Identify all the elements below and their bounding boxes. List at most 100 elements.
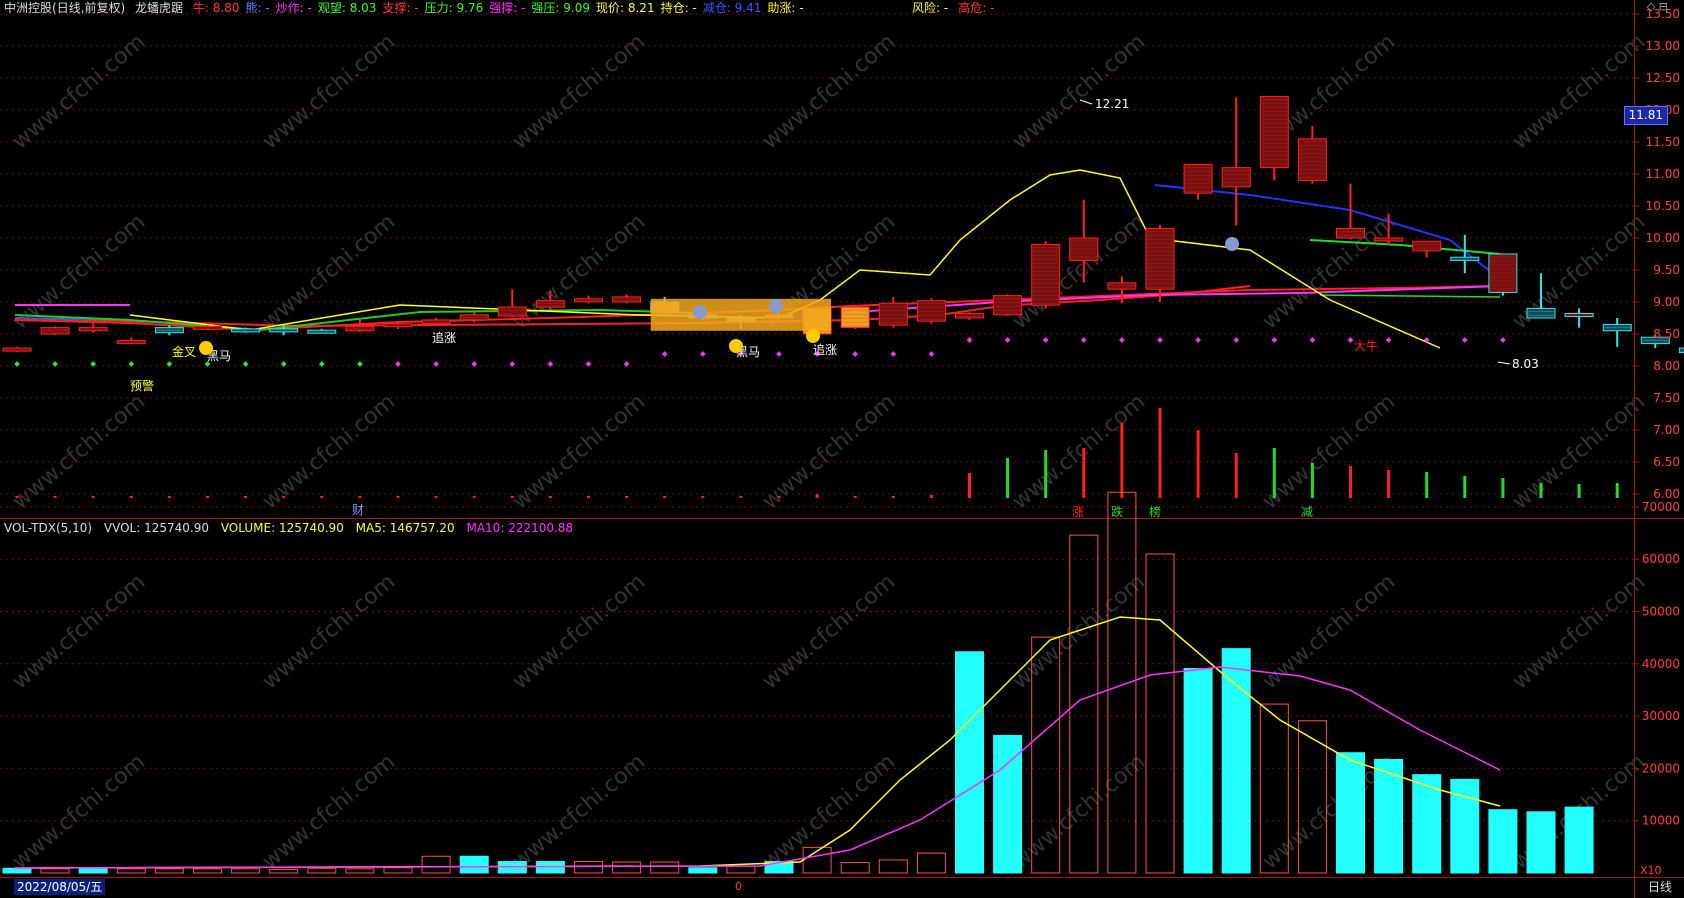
candle-body[interactable]: [1678, 347, 1684, 354]
candle-body[interactable]: [78, 327, 108, 332]
volume-bar[interactable]: [40, 868, 70, 874]
volume-indicator-name[interactable]: VOL-TDX(5,10): [4, 521, 92, 535]
candle-body[interactable]: [1374, 237, 1404, 242]
volume-bar[interactable]: [574, 860, 603, 874]
ma10-value: 222100.88: [508, 521, 574, 535]
volume-bar[interactable]: [193, 868, 222, 874]
candle-body[interactable]: [497, 306, 527, 317]
volume-bar[interactable]: [955, 651, 984, 874]
stock-title[interactable]: 中洲控股: [4, 1, 52, 15]
candle-body[interactable]: [612, 296, 642, 303]
signal-dot: [1042, 337, 1049, 343]
candle-body[interactable]: [307, 329, 337, 334]
watermark-text: www.cfchi.com: [1258, 389, 1400, 514]
annotation-low_label: 8.03: [1512, 357, 1539, 371]
volume-bar[interactable]: [916, 852, 946, 874]
watermark-text: www.cfchi.com: [8, 569, 150, 694]
candle-body[interactable]: [154, 327, 184, 334]
volume-bar[interactable]: [612, 861, 642, 874]
volume-bar[interactable]: [78, 867, 108, 874]
candle-body[interactable]: [345, 325, 375, 332]
candle-body[interactable]: [1450, 256, 1480, 261]
annotation-bang: 榜: [1149, 504, 1161, 519]
volume-bar[interactable]: [1145, 553, 1175, 874]
indicator-field: 减仓: 9.41: [702, 1, 762, 15]
volume-bar[interactable]: [993, 734, 1023, 874]
volume-bar[interactable]: [726, 865, 756, 874]
candle-body[interactable]: [1145, 227, 1175, 290]
volume-bar[interactable]: [154, 868, 184, 874]
indicator-field: 熊: -: [245, 1, 270, 15]
volume-bars[interactable]: [2, 491, 1594, 874]
signal-dot: [471, 361, 478, 367]
signal-dot: [776, 351, 782, 357]
annotation-zhang: 涨: [1072, 504, 1084, 519]
volume-axis-label: 10000: [1642, 814, 1680, 828]
volume-bar[interactable]: [1183, 668, 1213, 874]
signal-dot: [52, 361, 58, 367]
candle-body[interactable]: [1336, 227, 1365, 239]
volume-bar[interactable]: [345, 868, 375, 874]
candle-body[interactable]: [1564, 313, 1594, 318]
candle-body[interactable]: [1526, 307, 1556, 319]
candle-body[interactable]: [1297, 138, 1327, 181]
volume-bar[interactable]: [383, 867, 413, 874]
frown-icon: [769, 299, 783, 313]
candle-body[interactable]: [421, 319, 451, 325]
volume-bar[interactable]: [421, 855, 451, 874]
period-label[interactable]: 日线: [1648, 879, 1672, 895]
current-price-tag: 11.81: [1623, 106, 1668, 125]
volume-bar[interactable]: [1526, 811, 1556, 874]
watermark-text: www.cfchi.com: [1258, 569, 1400, 694]
watermark-text: www.cfchi.com: [508, 569, 650, 694]
volume-bar[interactable]: [231, 868, 261, 874]
volume-axis-label: 30000: [1642, 709, 1680, 723]
candle-body[interactable]: [1412, 240, 1442, 252]
volume-bar[interactable]: [1107, 491, 1137, 874]
candle-body[interactable]: [1183, 163, 1213, 194]
volume-bar[interactable]: [116, 868, 146, 874]
candle-body[interactable]: [231, 328, 261, 333]
volume-bar[interactable]: [1564, 806, 1594, 874]
ma5-line: [14, 616, 1501, 869]
candle-body[interactable]: [269, 328, 299, 333]
volume-ma-lines: [14, 616, 1501, 869]
indicator-name[interactable]: 龙蟠虎踞: [135, 1, 183, 15]
signal-dot: [166, 361, 173, 367]
volume-bar[interactable]: [1221, 648, 1251, 874]
candle-body[interactable]: [1259, 96, 1289, 169]
volume-axis-label: 70000: [1642, 500, 1680, 514]
candle-body[interactable]: [193, 325, 222, 330]
candle-body[interactable]: [2, 347, 32, 352]
volume-bar[interactable]: [688, 867, 718, 874]
volume-value: 125740.90: [278, 521, 344, 535]
volume-header: VOL-TDX(5,10) VVOL: 125740.90 VOLUME: 12…: [4, 520, 581, 536]
smiley-icon: [806, 329, 820, 343]
corner-icons[interactable]: ◇ ⊟: [1647, 0, 1668, 13]
volume-bar[interactable]: [650, 861, 680, 874]
volume-bar[interactable]: [1336, 752, 1365, 874]
candle-body[interactable]: [955, 313, 984, 319]
volume-bar[interactable]: [307, 867, 337, 874]
ma5-label: MA5:: [355, 521, 386, 535]
indicator-header: 中洲控股(日线,前复权) 龙蟠虎踞 牛: 8.80 熊: - 炒作: - 观望: 8.…: [4, 0, 994, 16]
candle-body[interactable]: [383, 323, 413, 328]
volume-axis-label: 60000: [1642, 552, 1680, 566]
volume-axis-label: 20000: [1642, 761, 1680, 775]
smiley-icon: [729, 339, 743, 353]
candle-body[interactable]: [574, 298, 603, 303]
volume-bar[interactable]: [840, 862, 870, 874]
volume-bar[interactable]: [2, 867, 32, 874]
price-axis-label: 9.00: [1653, 295, 1680, 309]
annotation-zhuizhang2: 追涨: [813, 342, 837, 357]
vvol-value: 125740.90: [144, 521, 209, 535]
volume-bar[interactable]: [878, 859, 908, 874]
volume-axis: 70000 60000 50000 40000 30000 20000 10000 X10: [1634, 500, 1680, 877]
price-axis-label: 10.50: [1646, 199, 1680, 213]
candle-body[interactable]: [1031, 243, 1061, 306]
volume-bar[interactable]: [459, 855, 489, 874]
candle-body[interactable]: [459, 314, 489, 321]
volume-bar[interactable]: [1488, 809, 1518, 874]
indicator-field: 强撑: -: [489, 1, 526, 15]
candle-body[interactable]: [116, 339, 146, 344]
